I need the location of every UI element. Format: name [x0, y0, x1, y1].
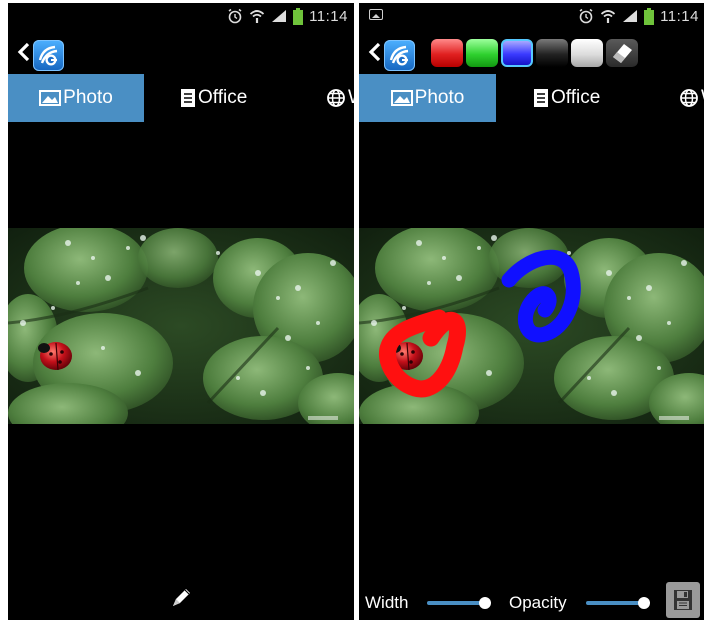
image-notification-icon: [369, 9, 383, 20]
action-bar: [359, 29, 704, 74]
tab-photo[interactable]: Photo: [8, 74, 144, 122]
globe-icon: [680, 89, 698, 107]
color-swatch-red[interactable]: [431, 39, 463, 67]
clock-time: 11:14: [660, 7, 699, 25]
app-logo-icon: [384, 40, 415, 71]
status-icons: 11:14: [227, 6, 348, 26]
document-icon: [181, 89, 195, 107]
signal-icon: [623, 10, 638, 22]
tab-office[interactable]: Office: [180, 74, 280, 122]
opacity-slider-track[interactable]: [586, 601, 644, 605]
battery-icon: [644, 7, 655, 25]
phone-screen-right: 11:14 Photo Office Width Opacity: [359, 3, 704, 620]
width-label: Width: [365, 593, 409, 612]
pencil-icon[interactable]: [168, 585, 194, 616]
tab-photo[interactable]: Photo: [359, 74, 496, 122]
app-logo-icon: [33, 40, 64, 71]
photo-icon: [39, 90, 62, 106]
signal-icon: [272, 10, 287, 22]
tab-office-label: Office: [198, 87, 248, 108]
color-swatch-white[interactable]: [571, 39, 603, 67]
category-tabs: Photo Office W: [8, 74, 354, 122]
tab-web[interactable]: W: [679, 74, 704, 122]
status-bar: 11:14: [359, 3, 704, 29]
save-icon: [674, 590, 692, 610]
opacity-label: Opacity: [509, 593, 567, 612]
color-swatch-black[interactable]: [536, 39, 568, 67]
alarm-icon: [579, 8, 593, 24]
alarm-icon: [228, 8, 242, 24]
width-slider-knob[interactable]: [479, 597, 491, 609]
eraser-icon: [613, 44, 632, 63]
save-button[interactable]: [666, 582, 700, 618]
eraser-button[interactable]: [606, 39, 638, 67]
width-slider-track[interactable]: [427, 601, 485, 605]
tab-office-label: Office: [551, 87, 601, 108]
tab-photo-label: Photo: [63, 87, 113, 108]
tab-office[interactable]: Office: [533, 74, 633, 122]
battery-icon: [293, 7, 304, 25]
tab-web-label: W: [348, 87, 354, 109]
opacity-slider-knob[interactable]: [638, 597, 650, 609]
phone-screen-left: 11:14 Photo Office: [8, 3, 354, 620]
color-swatch-green[interactable]: [466, 39, 498, 67]
status-icons: 11:14: [578, 6, 699, 26]
photo-icon: [390, 90, 413, 106]
tab-web[interactable]: W: [326, 74, 354, 122]
clover-photo-annotated: [359, 224, 704, 443]
clover-photo: [8, 224, 354, 443]
wifi-icon: [249, 10, 265, 23]
clock-time: 11:14: [309, 7, 348, 25]
status-bar: 11:14: [8, 3, 354, 29]
wifi-icon: [600, 10, 616, 23]
globe-icon: [327, 89, 345, 107]
action-bar: [8, 29, 354, 74]
tab-photo-label: Photo: [414, 87, 465, 108]
category-tabs: Photo Office W: [359, 74, 704, 122]
color-palette: [431, 39, 638, 67]
document-icon: [534, 89, 548, 107]
brush-controls: Width Opacity: [359, 583, 704, 620]
color-swatch-blue-selected[interactable]: [501, 39, 533, 67]
